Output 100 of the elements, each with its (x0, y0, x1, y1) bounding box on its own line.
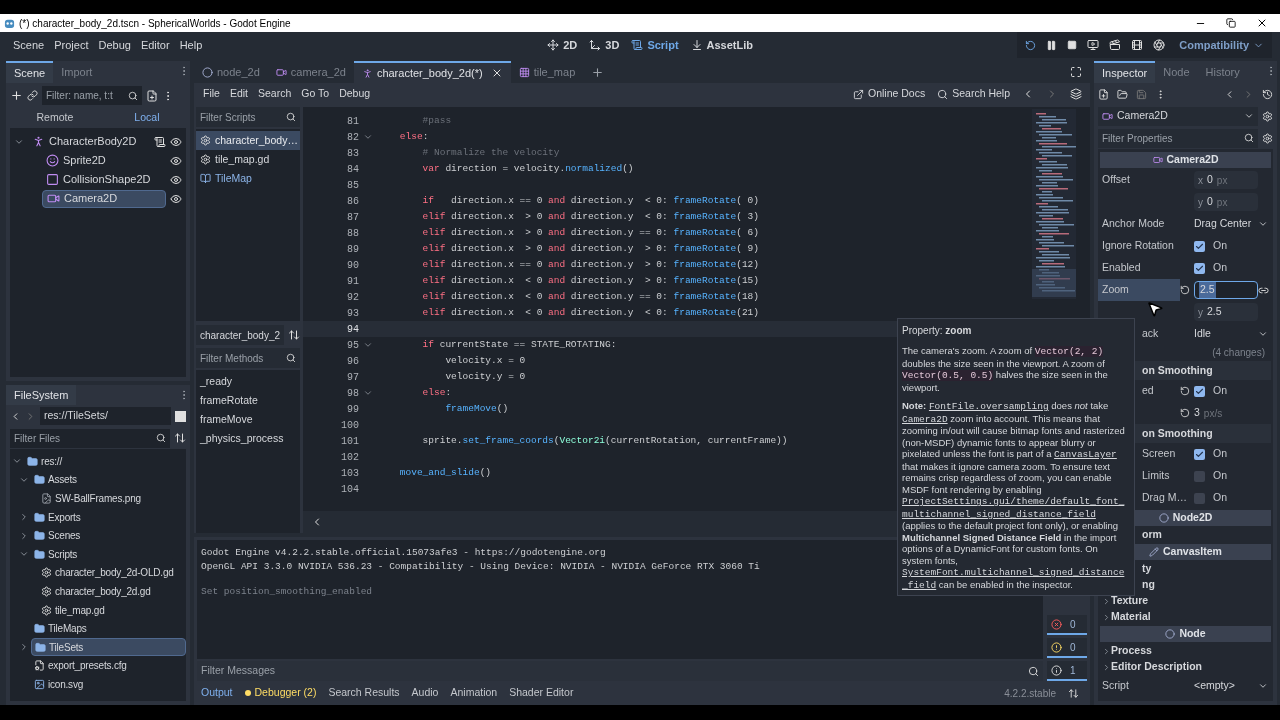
save-icon[interactable] (1136, 88, 1147, 100)
bottom-panel-tab[interactable]: Search Results (328, 685, 400, 701)
method-item[interactable]: frameMove (196, 410, 300, 429)
group-title[interactable]: ng (1142, 577, 1155, 593)
filter-input[interactable]: Filter Scripts (200, 109, 286, 125)
visibility-icon[interactable] (170, 154, 182, 167)
menu-item[interactable]: Go To (296, 86, 335, 102)
revert-icon[interactable] (1180, 408, 1190, 418)
add-icon[interactable] (10, 89, 23, 102)
help-button[interactable]: Search Help (937, 86, 1010, 102)
menu-item[interactable]: Debug (334, 86, 376, 102)
file-tree-item[interactable]: TileMaps (31, 619, 186, 638)
filter-input[interactable]: Filter Files (14, 430, 156, 446)
filter-input[interactable]: Filter Messages (201, 663, 1028, 679)
scene-tree-item[interactable]: CollisionShape2D (42, 170, 166, 189)
filter-input[interactable]: Filter Methods (200, 350, 286, 366)
menu-item[interactable]: Project (49, 36, 94, 54)
file-tree-item[interactable]: Exports (31, 508, 186, 527)
dock-tab[interactable]: FileSystem (6, 385, 77, 405)
menu-item[interactable]: Debug (93, 36, 136, 54)
file-tree-item[interactable]: tile_map.gd (38, 601, 186, 620)
group-title[interactable]: Editor Description (1111, 659, 1202, 675)
message-filter-button[interactable]: 1 (1047, 661, 1087, 681)
stop-icon[interactable] (1067, 40, 1078, 50)
checkbox[interactable] (1194, 492, 1205, 504)
message-filter-button[interactable]: 0 (1047, 615, 1087, 635)
bottom-panel-tab[interactable]: Debugger (2) (244, 685, 317, 701)
filter-input[interactable]: Filter: name, t:t (46, 88, 128, 103)
scene-tree-item[interactable]: CharacterBody2D (28, 132, 150, 151)
menu-item[interactable]: Edit (224, 86, 253, 102)
file-tree-item[interactable]: TileSets (31, 638, 186, 657)
mode-tab[interactable]: Local (134, 110, 160, 126)
clapperboard-icon[interactable] (1109, 39, 1122, 51)
filter-field[interactable]: Filter Methods (196, 348, 300, 368)
filter-field[interactable]: Filter Scripts (196, 107, 300, 127)
editor-tab[interactable]: character_body_2d(*) (353, 61, 511, 83)
file-tree-item[interactable]: character_body_2d-OLD.gd (38, 563, 186, 582)
message-filter-button[interactable]: 0 (1047, 638, 1087, 658)
reload-icon[interactable] (1025, 39, 1037, 51)
workspace-button[interactable]: 3D (589, 36, 620, 54)
group-title[interactable]: Texture (1111, 593, 1149, 609)
filter-input[interactable]: Filter Properties (1102, 130, 1244, 146)
settings-icon[interactable] (1262, 132, 1273, 144)
file-tree-item[interactable]: Assets (31, 470, 186, 489)
method-item[interactable]: _physics_process (196, 429, 300, 448)
filter-field[interactable]: Filter Messages (197, 661, 1043, 681)
bottom-panel-tab[interactable]: Output (201, 685, 233, 701)
menu-item[interactable]: Help (174, 36, 208, 54)
group-title[interactable]: ty (1142, 561, 1152, 577)
number-field[interactable]: 2.5 (1194, 281, 1258, 299)
expand-panel-icon[interactable] (1068, 687, 1079, 699)
filter-field[interactable]: Filter Files (10, 428, 170, 448)
menu-item[interactable]: Search (253, 86, 297, 102)
link-icon[interactable] (27, 90, 38, 101)
file-tree-item[interactable]: res:// (24, 452, 186, 471)
windows-icon[interactable] (1070, 88, 1082, 100)
group-title[interactable]: Process (1111, 643, 1152, 659)
dropdown[interactable]: Idle (1194, 326, 1268, 342)
sort-icon[interactable] (288, 329, 301, 341)
file-tree-item[interactable]: Scenes (31, 526, 186, 545)
checkbox[interactable] (1194, 470, 1205, 482)
menu-item[interactable]: Editor (135, 36, 175, 54)
editor-tab[interactable]: tile_map (510, 61, 584, 83)
restore-icon[interactable] (1226, 18, 1236, 28)
workspace-button[interactable]: 2D (547, 36, 578, 54)
attach-script-icon[interactable] (146, 89, 158, 102)
fullscreen-icon[interactable] (1070, 66, 1082, 78)
help-button[interactable]: Online Docs (853, 86, 926, 102)
checkbox[interactable] (1194, 385, 1205, 397)
menu-item[interactable]: Scene (8, 36, 50, 54)
bottom-panel-tab[interactable]: Audio (411, 685, 439, 701)
film-icon[interactable] (1131, 39, 1144, 51)
revert-icon[interactable] (1180, 285, 1190, 295)
menu-item[interactable]: File (198, 86, 225, 102)
filter-field[interactable]: Filter: name, t:t (42, 86, 142, 105)
checkbox[interactable] (1194, 448, 1205, 460)
close-icon[interactable] (1256, 17, 1268, 29)
open-folder-icon[interactable] (1117, 88, 1128, 100)
workspace-button[interactable]: Script (631, 36, 679, 54)
checkbox[interactable] (1194, 240, 1205, 252)
workspace-button[interactable]: AssetLib (690, 36, 754, 54)
path-field[interactable]: res://TileSets/ (40, 407, 171, 425)
file-tree-item[interactable]: export_presets.cfg (31, 656, 186, 675)
script-list-item[interactable]: character_body… (196, 131, 300, 150)
scene-tree-item[interactable]: Camera2D (42, 189, 166, 208)
dropdown[interactable]: Drag Center (1194, 216, 1268, 232)
number-field[interactable]: x 0 px (1194, 171, 1258, 189)
file-tree-item[interactable]: Scripts (31, 545, 186, 564)
mode-tab[interactable]: Remote (36, 110, 74, 126)
sort-icon[interactable] (174, 432, 186, 444)
visibility-icon[interactable] (170, 173, 182, 186)
pause-icon[interactable] (1046, 39, 1058, 51)
visibility-icon[interactable] (170, 192, 182, 205)
editor-tab[interactable]: camera_2d (267, 61, 354, 83)
script-list-item[interactable]: tile_map.gd (196, 150, 300, 169)
dropdown[interactable]: <empty> (1194, 678, 1268, 694)
layout-toggle-icon[interactable] (175, 410, 186, 422)
method-item[interactable]: _ready (196, 372, 300, 391)
file-tree-item[interactable]: SW-BallFrames.png (38, 489, 186, 508)
group-title[interactable]: Material (1111, 609, 1151, 625)
